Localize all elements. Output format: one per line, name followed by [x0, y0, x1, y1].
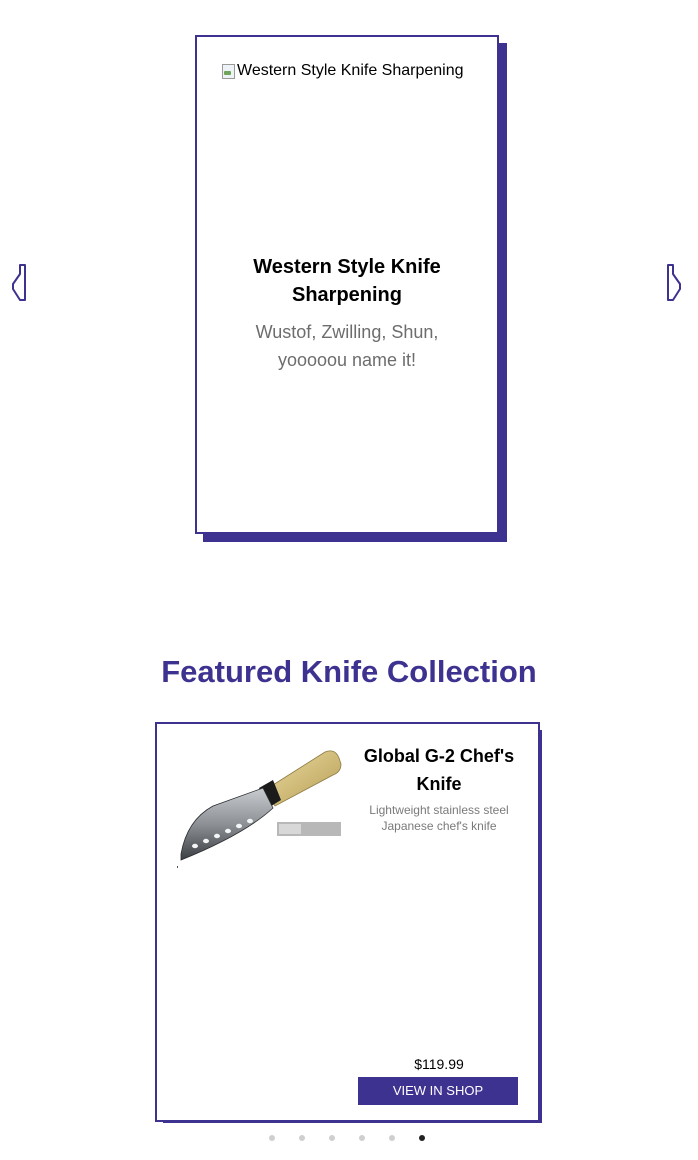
featured-section-title: Featured Knife Collection — [161, 654, 537, 689]
pagination-dot[interactable] — [389, 1135, 395, 1141]
product-name: Global G-2 Chef's Knife — [363, 746, 515, 794]
carousel-prev-button[interactable] — [11, 264, 27, 302]
service-title: Western Style Knife Sharpening — [253, 256, 441, 306]
carousel-next-button[interactable] — [666, 264, 682, 302]
pagination-dot[interactable] — [299, 1135, 305, 1141]
pagination-dot[interactable] — [329, 1135, 335, 1141]
product-price: $119.99 — [414, 1056, 464, 1072]
right-arrow-icon — [666, 264, 682, 302]
service-description: Wustof, Zwilling, Shun, yooooou name it! — [255, 322, 439, 370]
service-image-alt-text: Western Style Knife Sharpening — [237, 62, 464, 79]
view-in-shop-button[interactable]: View in Shop — [358, 1077, 518, 1105]
left-arrow-icon — [11, 264, 27, 302]
product-card[interactable]: Global G-2 Chef's Knife Lightweight stai… — [155, 722, 540, 1122]
product-image — [173, 742, 343, 870]
service-image: Western Style Knife Sharpening — [221, 61, 464, 81]
product-description: Lightweight stainless steel Japanese che… — [369, 803, 509, 833]
broken-image-icon — [221, 63, 235, 79]
pagination-dot[interactable] — [359, 1135, 365, 1141]
carousel-pagination — [269, 1134, 425, 1142]
service-card[interactable]: Western Style Knife Sharpening Western S… — [195, 35, 499, 534]
pagination-dot[interactable] — [269, 1135, 275, 1141]
pagination-dot-active[interactable] — [419, 1135, 425, 1141]
